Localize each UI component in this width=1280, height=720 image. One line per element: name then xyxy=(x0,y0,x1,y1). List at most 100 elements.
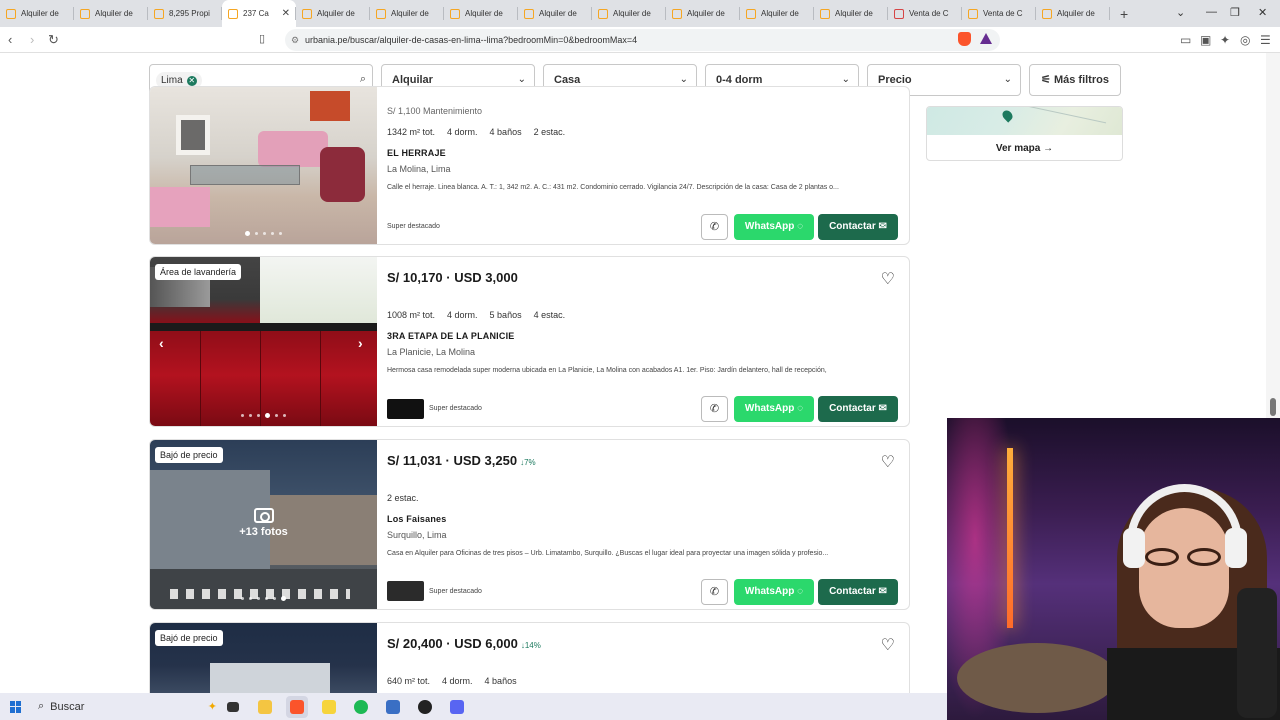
wallet-icon[interactable]: ▣ xyxy=(1200,33,1211,47)
browser-tab[interactable]: Alquiler de xyxy=(1036,0,1110,27)
listing-photo[interactable]: Bajó de precio +13 fotos xyxy=(150,440,377,609)
taskbar-search[interactable]: ⌕ Buscar ✦ xyxy=(32,696,217,718)
vpn-icon[interactable]: ◎ xyxy=(1240,33,1250,47)
favorite-heart-icon[interactable]: ♡ xyxy=(881,269,895,289)
forward-icon[interactable]: › xyxy=(30,32,34,47)
phone-icon: ✆ xyxy=(709,221,720,233)
obs-icon[interactable] xyxy=(414,696,436,718)
agency-logo[interactable] xyxy=(387,399,424,419)
agency-logo[interactable] xyxy=(387,581,424,601)
webcam-overlay xyxy=(947,418,1280,720)
restore-icon[interactable]: ❐ xyxy=(1230,6,1240,19)
wall-art xyxy=(310,91,350,121)
page-scrollbar[interactable] xyxy=(1266,53,1280,418)
listing-title[interactable]: 3RA ETAPA DE LA PLANICIE xyxy=(387,331,514,341)
browser-tab[interactable]: Alquiler de xyxy=(518,0,592,27)
browser-tab-active[interactable]: 237 Ca ✕ xyxy=(222,0,296,27)
browser-tab[interactable]: Alquiler de xyxy=(370,0,444,27)
sliders-icon: ⚟ xyxy=(1041,74,1054,86)
more-filters-button[interactable]: ⚟ Más filtros xyxy=(1029,64,1121,96)
listing-card[interactable]: Bajó de precio S/ 20,400 · USD 6,000 ↓14%… xyxy=(149,622,910,693)
remove-chip-icon[interactable]: ✕ xyxy=(186,75,197,86)
listing-features: 1008 m² tot. 4 dorm. 5 baños 4 estac. xyxy=(387,310,566,320)
extensions-icon[interactable]: ✦ xyxy=(1220,33,1230,47)
browser-tab[interactable]: Alquiler de xyxy=(296,0,370,27)
urbania-favicon-icon xyxy=(302,8,312,19)
whatsapp-button[interactable]: WhatsApp ◌ xyxy=(734,396,814,422)
map-thumbnail[interactable] xyxy=(927,107,1122,135)
scrollbar-thumb[interactable] xyxy=(1270,398,1276,416)
listing-info: S/ 20,400 · USD 6,000 ↓14% ♡ 640 m² tot. 4… xyxy=(387,623,909,693)
address-bar-row: ‹ › ↻ ▯ ⚙ urbania.pe/buscar/alquiler-de-… xyxy=(0,27,1280,53)
coffee-table xyxy=(190,165,300,185)
close-tab-icon[interactable]: ✕ xyxy=(282,8,290,19)
reload-icon[interactable]: ↻ xyxy=(48,32,59,48)
neon-light-bar xyxy=(1007,448,1013,628)
listing-card[interactable]: Bajó de precio +13 fotos S/ 11,031 · USD… xyxy=(149,439,910,610)
back-icon[interactable]: ‹ xyxy=(8,32,12,47)
listing-price: S/ 10,170 · USD 3,000 xyxy=(387,270,518,285)
phone-icon: ✆ xyxy=(709,586,720,598)
whatsapp-button[interactable]: WhatsApp ◌ xyxy=(734,579,814,605)
file-explorer-icon[interactable] xyxy=(254,696,276,718)
listing-photo[interactable]: Bajó de precio xyxy=(150,623,377,693)
new-tab-button[interactable]: + xyxy=(1120,6,1128,22)
windows-start-icon[interactable] xyxy=(10,700,22,713)
listing-title[interactable]: EL HERRAJE xyxy=(387,148,446,158)
cabinet-line xyxy=(200,331,201,426)
listing-photo[interactable] xyxy=(150,87,377,244)
listing-photo[interactable]: Área de lavandería ‹ › xyxy=(150,257,377,426)
close-window-icon[interactable]: ✕ xyxy=(1258,6,1267,19)
browser-tab[interactable]: Alquiler de xyxy=(592,0,666,27)
favorite-heart-icon[interactable]: ♡ xyxy=(881,452,895,472)
listing-card[interactable]: S/ 1,100 Mantenimiento 1342 m² tot. 4 dor… xyxy=(149,86,910,245)
brave-browser-icon[interactable] xyxy=(286,695,308,718)
menu-icon[interactable]: ☰ xyxy=(1260,33,1271,47)
site-info-icon[interactable]: ⚙ xyxy=(291,29,299,51)
bookmark-icon[interactable]: ▯ xyxy=(259,32,265,45)
browser-tab[interactable]: Alquiler de xyxy=(666,0,740,27)
task-view-icon[interactable] xyxy=(222,696,244,718)
glasses xyxy=(1145,548,1225,566)
app-window-icon[interactable] xyxy=(382,696,404,718)
phone-button[interactable]: ✆ xyxy=(701,579,728,605)
next-photo-icon[interactable]: › xyxy=(358,335,363,351)
carousel-dots xyxy=(150,596,377,601)
browser-tab[interactable]: Alquiler de xyxy=(740,0,814,27)
kitchen-counter xyxy=(150,323,377,331)
contact-button[interactable]: Contactar ✉ xyxy=(818,396,898,422)
prev-photo-icon[interactable]: ‹ xyxy=(159,335,164,351)
phone-button[interactable]: ✆ xyxy=(701,396,728,422)
brave-shields-icon[interactable] xyxy=(958,32,971,46)
contact-button[interactable]: Contactar ✉ xyxy=(818,214,898,240)
phone-button[interactable]: ✆ xyxy=(701,214,728,240)
browser-tab[interactable]: 8,295 Propi xyxy=(148,0,222,27)
browser-tab[interactable]: Alquiler de xyxy=(0,0,74,27)
browser-tab[interactable]: Alquiler de xyxy=(444,0,518,27)
whatsapp-icon: ◌ xyxy=(797,221,804,232)
listing-card[interactable]: Área de lavandería ‹ › S/ 10,170 · USD 3… xyxy=(149,256,910,427)
windows-taskbar: ⌕ Buscar ✦ xyxy=(0,693,947,720)
spotify-icon[interactable] xyxy=(350,696,372,718)
view-map-button[interactable]: Ver mapa → xyxy=(927,135,1122,160)
sticky-notes-icon[interactable] xyxy=(318,696,340,718)
browser-tab[interactable]: Alquiler de xyxy=(74,0,148,27)
brave-rewards-icon[interactable] xyxy=(980,33,992,44)
contact-button[interactable]: Contactar ✉ xyxy=(818,579,898,605)
browser-tab[interactable]: Alquiler de xyxy=(814,0,888,27)
sidebar-icon[interactable]: ▭ xyxy=(1180,33,1191,47)
minimize-icon[interactable]: — xyxy=(1206,6,1217,18)
photo-count-overlay[interactable]: +13 fotos xyxy=(150,508,377,538)
whatsapp-button[interactable]: WhatsApp ◌ xyxy=(734,214,814,240)
search-icon[interactable]: ⌕ xyxy=(360,73,366,86)
listing-title[interactable]: Los Faisanes xyxy=(387,514,446,524)
browser-tab[interactable]: Venta de C xyxy=(962,0,1036,27)
favorite-heart-icon[interactable]: ♡ xyxy=(881,635,895,655)
url-field[interactable]: ⚙ urbania.pe/buscar/alquiler-de-casas-en… xyxy=(285,29,1000,51)
tab-search-icon[interactable]: ⌄ xyxy=(1176,6,1185,19)
listing-description: Calle el herraje. Linea blanca. A. T.: 1… xyxy=(387,184,839,191)
maintenance-fee: S/ 1,100 Mantenimiento xyxy=(387,106,483,116)
browser-tab[interactable]: Venta de C xyxy=(888,0,962,27)
urbania-favicon-icon xyxy=(154,8,164,19)
discord-icon[interactable] xyxy=(446,696,468,718)
